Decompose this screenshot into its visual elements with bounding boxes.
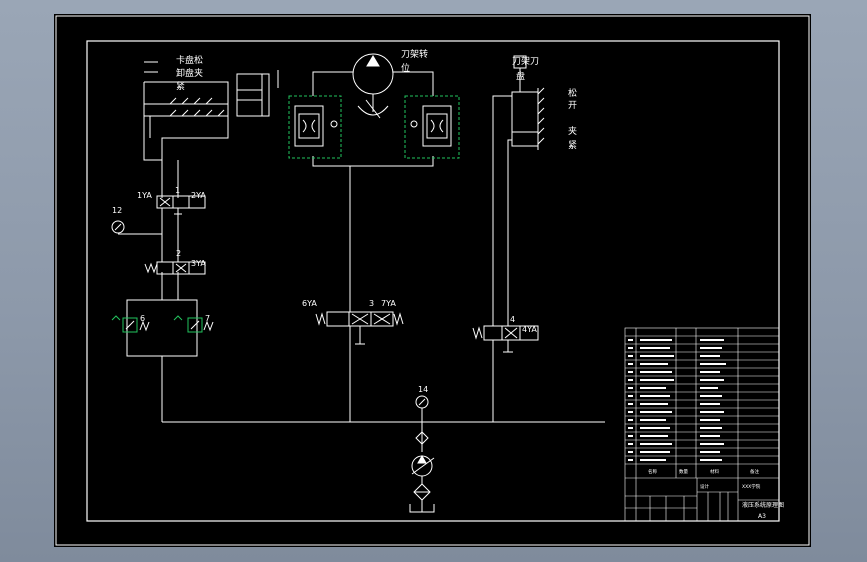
relief7-number: 7 xyxy=(205,314,210,323)
label-open: 开 xyxy=(568,100,577,111)
label-turret-tool-2: 盘 xyxy=(516,70,525,82)
valve3-solenoid-right: 7YA xyxy=(381,299,396,308)
valve3-number: 3 xyxy=(369,299,374,308)
label-tight: 紧 xyxy=(568,140,577,151)
valve1-number: 1 xyxy=(175,186,180,195)
label-turret-rotate-2: 位 xyxy=(401,62,410,74)
valve1-solenoid-left: 1YA xyxy=(137,191,152,200)
relief6-number: 6 xyxy=(140,314,145,323)
title-block-designer: 设计 xyxy=(700,483,709,490)
gauge12-number: 12 xyxy=(112,206,122,215)
title-block-col-note: 备注 xyxy=(750,468,759,475)
valve2-number: 2 xyxy=(176,249,181,258)
cad-drawing-viewport: 卡盘松 卸盘夹 紧 1 1YA 2YA 12 2 3YA 6 7 刀架转 位 6… xyxy=(54,14,811,547)
title-block-col-qty: 数量 xyxy=(679,468,688,475)
title-block-scale: A3 xyxy=(758,513,766,520)
valve4-number: 4 xyxy=(510,315,515,324)
label-loosen: 松 xyxy=(568,87,577,99)
valve1-solenoid-right: 2YA xyxy=(191,191,206,200)
title-block-col-name: 名称 xyxy=(648,468,657,475)
valve3-solenoid-left: 6YA xyxy=(302,299,317,308)
label-chuck-clamp-3: 紧 xyxy=(176,81,185,92)
label-chuck-clamp-2: 卸盘夹 xyxy=(176,67,203,79)
title-block-company: XXX学院 xyxy=(742,483,761,490)
label-clamp: 夹 xyxy=(568,125,577,137)
label-chuck-clamp: 卡盘松 xyxy=(176,54,203,66)
title-block-col-material: 材料 xyxy=(710,468,719,475)
label-turret-tool: 刀架刀 xyxy=(512,56,539,67)
gauge14-number: 14 xyxy=(418,385,428,394)
label-turret-rotate: 刀架转 xyxy=(401,48,428,60)
valve2-solenoid-right: 3YA xyxy=(191,259,206,268)
title-block-drawing-title: 液压系统原理图 xyxy=(742,501,784,509)
valve4-solenoid-right: 4YA xyxy=(522,325,537,334)
